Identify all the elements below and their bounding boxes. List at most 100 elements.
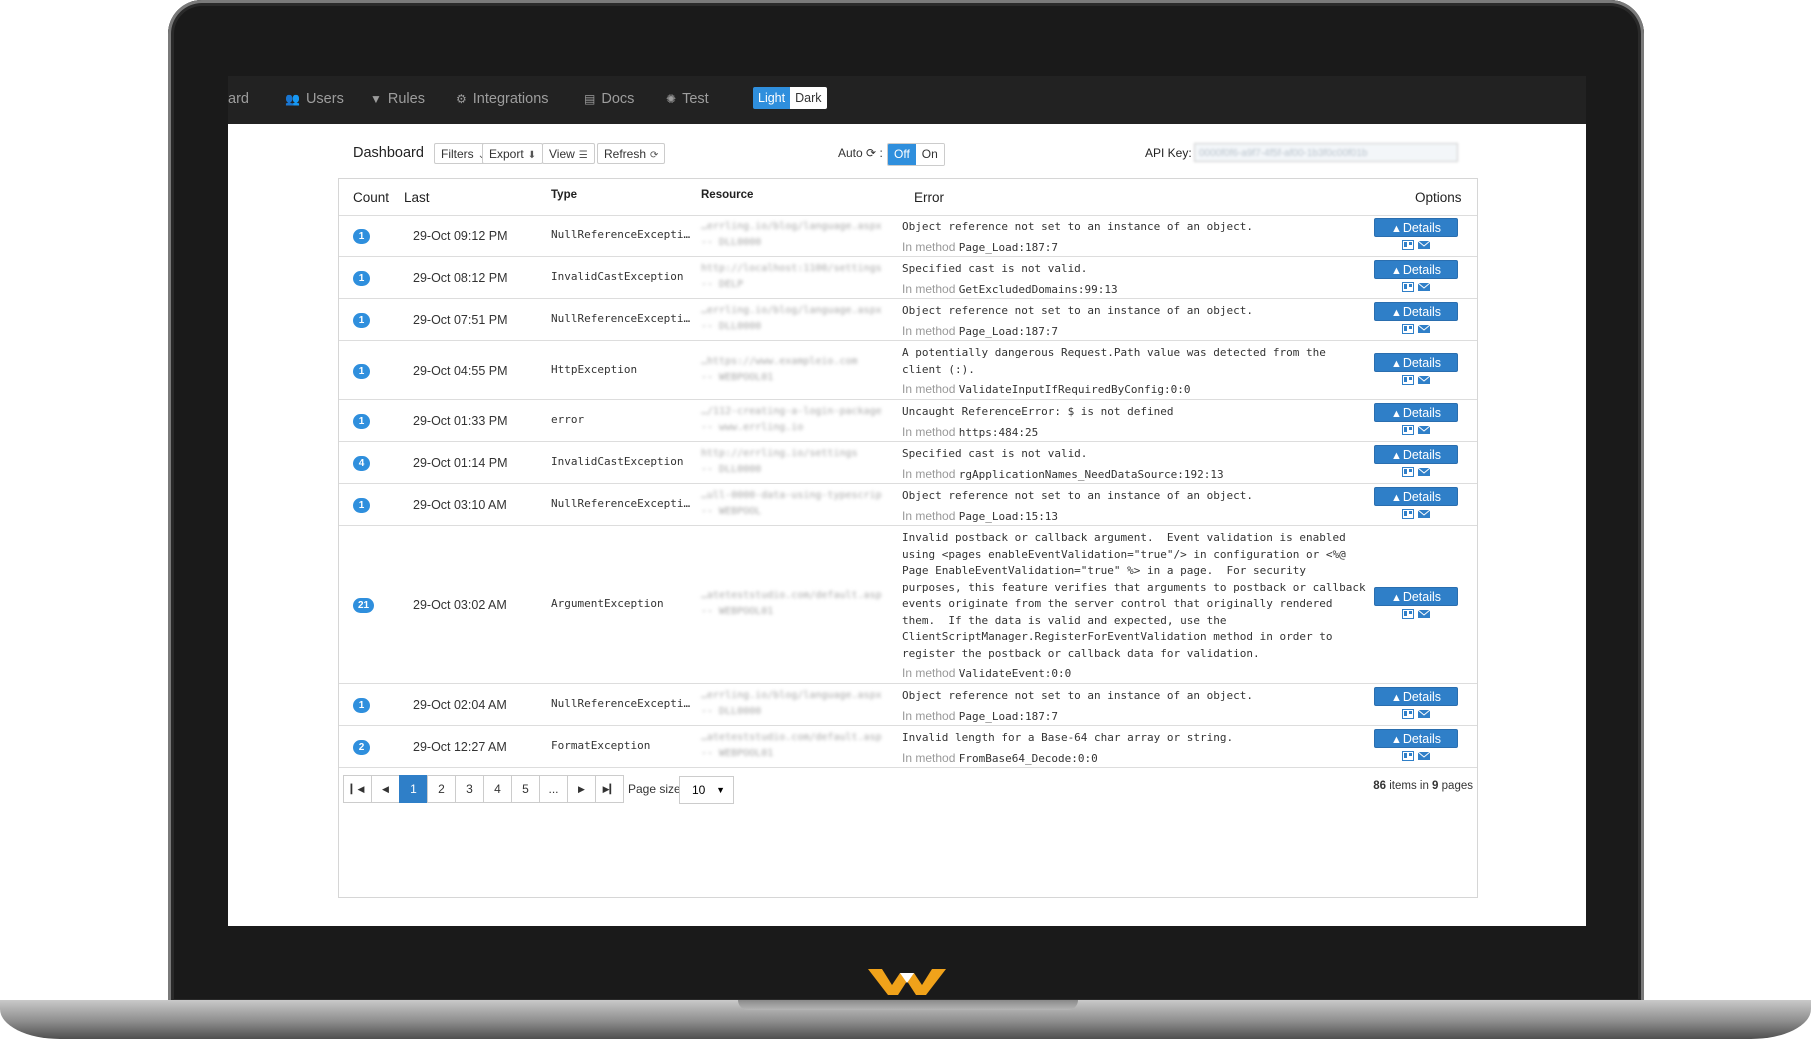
resource-cell[interactable]: …https://www.exampleio.com -- WEBPOOL01	[701, 354, 881, 386]
resource-host: -- WEBPOOL01	[701, 748, 774, 759]
method-name: rgApplicationNames_NeedDataSource:192:13	[958, 467, 1224, 481]
details-button[interactable]: ▲Details	[1374, 218, 1458, 237]
error-type[interactable]: NullReferenceException	[551, 312, 696, 325]
view-button[interactable]: View ☰	[542, 143, 595, 164]
email-icon[interactable]	[1418, 240, 1430, 250]
details-button[interactable]: ▲Details	[1374, 487, 1458, 506]
email-icon[interactable]	[1418, 509, 1430, 519]
resource-cell[interactable]: …/112-creating-a-login-package -- www.err…	[701, 404, 881, 436]
nav-integrations[interactable]: ⚙ Integrations	[456, 91, 549, 107]
table-row: 1 29-Oct 08:12 PM InvalidCastException http…	[339, 257, 1477, 299]
error-cell: Object reference not set to an instance …	[902, 688, 1367, 725]
options-cell: ▲Details	[1374, 353, 1458, 385]
resource-cell[interactable]: http://localhost:1100/settings -- DELP	[701, 261, 881, 293]
page-title: Dashboard	[353, 145, 424, 161]
details-button[interactable]: ▲Details	[1374, 729, 1458, 748]
trello-icon[interactable]	[1402, 467, 1414, 477]
error-type[interactable]: NullReferenceException	[551, 228, 696, 241]
error-message: Uncaught ReferenceError: $ is not define…	[902, 405, 1174, 418]
trello-icon[interactable]	[1402, 609, 1414, 619]
page-more-button[interactable]: ...	[539, 775, 568, 803]
col-options: Options	[1415, 190, 1462, 205]
row-actions	[1374, 709, 1458, 719]
error-type[interactable]: FormatException	[551, 739, 650, 752]
options-cell: ▲Details	[1374, 445, 1458, 477]
theme-light-button[interactable]: Light	[753, 87, 791, 109]
col-type[interactable]: Type	[551, 189, 577, 201]
api-key-field[interactable]: 0000f0f6-a9f7-4f5f-af00-1b3f0c00f01b	[1194, 143, 1458, 162]
error-type[interactable]: HttpException	[551, 363, 637, 376]
error-method: In method ValidateEvent:0:0	[902, 665, 1367, 683]
error-type[interactable]: NullReferenceException	[551, 697, 696, 710]
nav-rules[interactable]: ▼ Rules	[370, 91, 425, 107]
options-cell: ▲Details	[1374, 403, 1458, 435]
error-type[interactable]: InvalidCastException	[551, 270, 683, 283]
prev-page-button[interactable]: ◀	[371, 775, 400, 803]
next-page-button[interactable]: ▶	[567, 775, 596, 803]
resource-cell[interactable]: …ateteststudio.com/default.aspx -- WEBPOO…	[701, 588, 881, 620]
resource-cell[interactable]: …errling.io/blog/language.aspx -- DLL0000	[701, 688, 881, 720]
method-label: In method	[902, 281, 956, 296]
page-size-select[interactable]: 10 ▼	[679, 776, 734, 804]
trello-icon[interactable]	[1402, 282, 1414, 292]
trello-icon[interactable]	[1402, 751, 1414, 761]
auto-off-button[interactable]: Off	[888, 144, 916, 165]
trello-icon[interactable]	[1402, 425, 1414, 435]
resource-url: http://errling.io/settings	[701, 448, 858, 459]
auto-refresh-toggle: Off On	[887, 143, 945, 166]
error-type[interactable]: InvalidCastException	[551, 455, 683, 468]
export-button[interactable]: Export ⬇	[482, 143, 544, 164]
details-button[interactable]: ▲Details	[1374, 260, 1458, 279]
page-button[interactable]: 1	[399, 775, 428, 803]
page-button[interactable]: 2	[427, 775, 456, 803]
trello-icon[interactable]	[1402, 509, 1414, 519]
email-icon[interactable]	[1418, 282, 1430, 292]
page-button[interactable]: 4	[483, 775, 512, 803]
col-count[interactable]: Count	[353, 190, 389, 205]
theme-dark-button[interactable]: Dark	[790, 87, 827, 109]
trello-icon[interactable]	[1402, 240, 1414, 250]
details-button[interactable]: ▲Details	[1374, 403, 1458, 422]
details-button[interactable]: ▲Details	[1374, 302, 1458, 321]
page-button[interactable]: 5	[511, 775, 540, 803]
filters-label: Filters	[441, 147, 474, 161]
email-icon[interactable]	[1418, 751, 1430, 761]
resource-cell[interactable]: …errling.io/blog/language.aspx -- DLL0000	[701, 303, 881, 335]
options-cell: ▲Details	[1374, 302, 1458, 334]
last-seen: 29-Oct 09:12 PM	[413, 229, 508, 243]
col-error[interactable]: Error	[914, 190, 944, 205]
trello-icon[interactable]	[1402, 709, 1414, 719]
first-page-button[interactable]: ▎◀	[343, 775, 372, 803]
last-page-button[interactable]: ▶▎	[595, 775, 624, 803]
error-cell: Specified cast is not valid. In method Ge…	[902, 261, 1367, 298]
trello-icon[interactable]	[1402, 324, 1414, 334]
nav-users[interactable]: 👥 Users	[285, 91, 344, 107]
refresh-button[interactable]: Refresh ⟳	[597, 143, 666, 164]
error-type[interactable]: error	[551, 413, 584, 426]
table-row: 21 29-Oct 03:02 AM ArgumentException …atete…	[339, 526, 1477, 684]
email-icon[interactable]	[1418, 467, 1430, 477]
error-type[interactable]: NullReferenceException	[551, 497, 696, 510]
details-button[interactable]: ▲Details	[1374, 353, 1458, 372]
trello-icon[interactable]	[1402, 375, 1414, 385]
resource-cell[interactable]: http://errling.io/settings -- DLL0000	[701, 446, 881, 478]
details-button[interactable]: ▲Details	[1374, 587, 1458, 606]
email-icon[interactable]	[1418, 324, 1430, 334]
email-icon[interactable]	[1418, 425, 1430, 435]
auto-on-button[interactable]: On	[915, 144, 944, 165]
page-button[interactable]: 3	[455, 775, 484, 803]
resource-cell[interactable]: …ull-0000-data-using-typescript -- WEBPOO…	[701, 488, 881, 520]
nav-test[interactable]: ✺ Test	[666, 91, 709, 107]
resource-cell[interactable]: …ateteststudio.com/default.aspx -- WEBPOO…	[701, 730, 881, 762]
details-button[interactable]: ▲Details	[1374, 445, 1458, 464]
nav-docs[interactable]: ▤ Docs	[584, 91, 634, 107]
nav-dashboard[interactable]: ard	[228, 91, 249, 107]
col-resource[interactable]: Resource	[701, 189, 753, 201]
email-icon[interactable]	[1418, 709, 1430, 719]
resource-cell[interactable]: …errling.io/blog/language.aspx -- DLL0000	[701, 219, 881, 251]
email-icon[interactable]	[1418, 375, 1430, 385]
details-button[interactable]: ▲Details	[1374, 687, 1458, 706]
col-last[interactable]: Last	[404, 190, 430, 205]
error-type[interactable]: ArgumentException	[551, 597, 664, 610]
email-icon[interactable]	[1418, 609, 1430, 619]
